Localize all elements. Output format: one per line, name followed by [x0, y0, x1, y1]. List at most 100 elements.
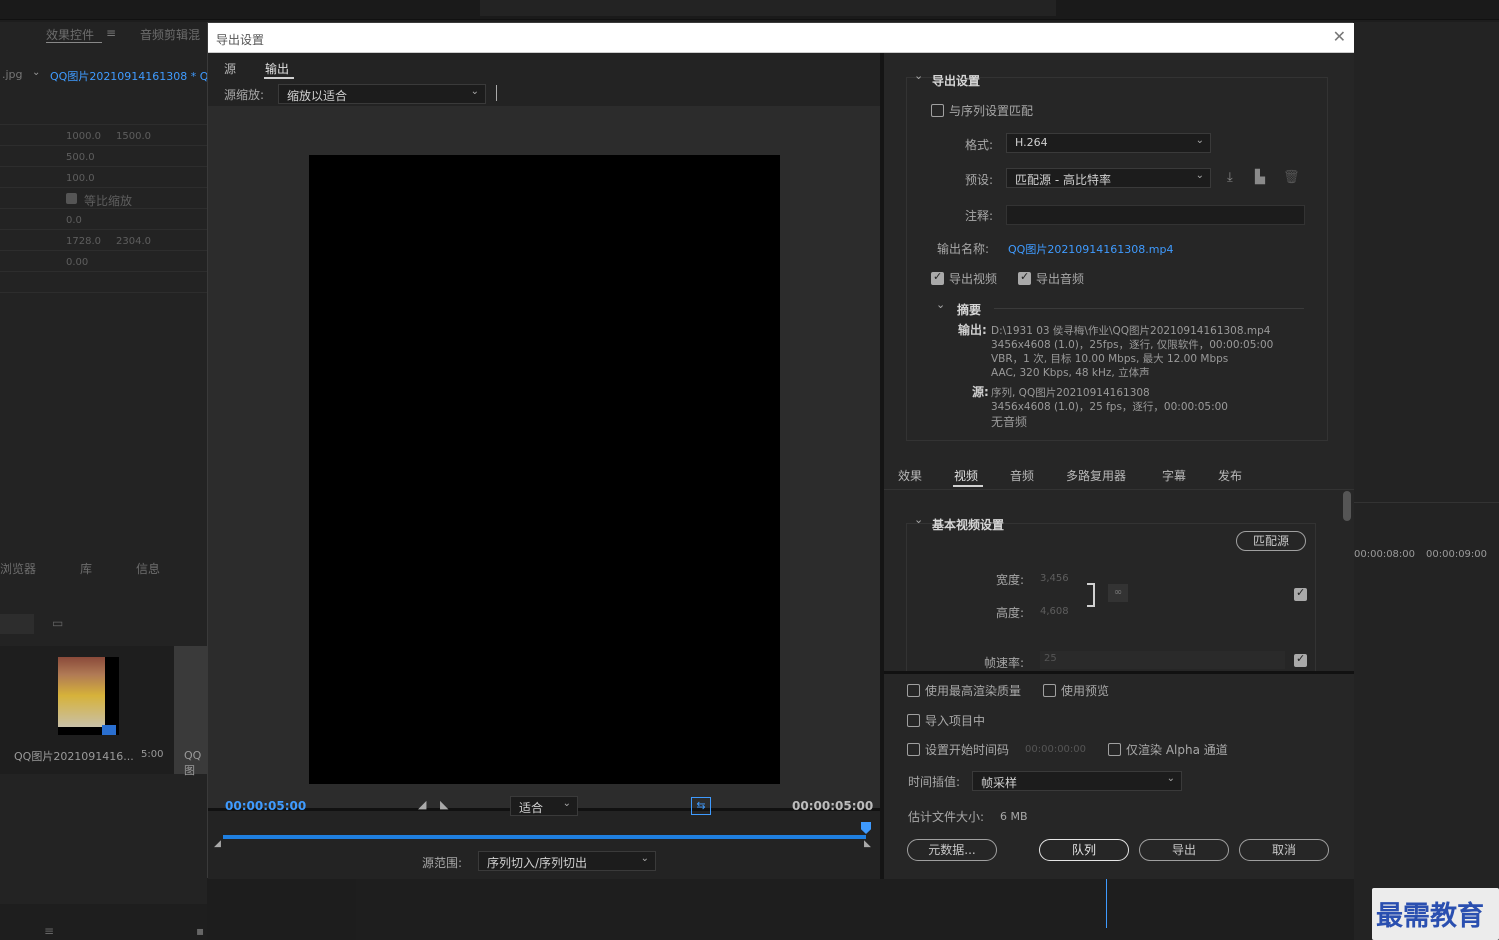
- alpha-only-checkbox[interactable]: [1108, 743, 1121, 756]
- export-audio-checkbox[interactable]: [1018, 270, 1031, 285]
- use-preview-label: 使用预览: [1061, 684, 1110, 698]
- width-value[interactable]: 3,456: [1040, 573, 1069, 584]
- in-point-icon[interactable]: ◢: [214, 839, 221, 849]
- alpha-only-label: 仅渲染 Alpha 通道: [1126, 743, 1228, 757]
- preview-area: 源 输出 源缩放: 缩放以适合 ⌄ 00:00:05:00 ◢ ◣ 适合 ⌄ ⇆…: [208, 53, 880, 879]
- import-project-checkbox[interactable]: [907, 714, 920, 727]
- link-icon[interactable]: ∞: [1108, 584, 1128, 602]
- source-range-dropdown[interactable]: 序列切入/序列切出 ⌄: [478, 851, 656, 871]
- playhead-marker[interactable]: [861, 822, 871, 834]
- start-timecode-checkbox[interactable]: [907, 743, 920, 756]
- thumbnail-2[interactable]: QQ图: [174, 646, 207, 777]
- width-label: 宽度:: [996, 573, 1025, 587]
- tab-output[interactable]: 输出: [265, 60, 289, 77]
- summary-source-line: 无音频: [991, 415, 1028, 429]
- format-dropdown[interactable]: H.264 ⌄: [1006, 133, 1211, 153]
- export-video-checkbox[interactable]: [931, 270, 944, 285]
- tab-libraries[interactable]: 库: [80, 560, 92, 577]
- source-scale-dropdown[interactable]: 缩放以适合 ⌄: [278, 84, 486, 104]
- export-button[interactable]: 导出: [1139, 839, 1229, 861]
- tab-audio-mixer[interactable]: 音频剪辑混: [140, 26, 200, 43]
- chevron-down-icon[interactable]: ⌄: [914, 69, 923, 82]
- tab-underline: [46, 42, 102, 43]
- comment-input[interactable]: [1006, 205, 1305, 225]
- chevron-down-icon: ⌄: [1195, 170, 1204, 181]
- tab-source[interactable]: 源: [224, 60, 236, 77]
- export-audio-label: 导出音频: [1036, 272, 1085, 286]
- import-preset-icon[interactable]: ▙: [1255, 170, 1265, 185]
- search-input[interactable]: [0, 614, 34, 634]
- prop-row: 1000.0 1500.0: [0, 125, 207, 146]
- use-preview-checkbox[interactable]: [1043, 684, 1056, 697]
- thumbnail[interactable]: [58, 657, 119, 735]
- match-sequence-checkbox[interactable]: [931, 104, 944, 117]
- metadata-button[interactable]: 元数据...: [907, 839, 997, 861]
- tab-menu-icon[interactable]: ≡: [106, 26, 116, 40]
- timeline-ruler[interactable]: 00:00:08:00 00:00:09:00: [1354, 502, 1499, 602]
- save-preset-icon[interactable]: ⤓: [1227, 170, 1233, 185]
- out-point-icon[interactable]: ◣: [864, 839, 871, 849]
- cancel-button[interactable]: 取消: [1239, 839, 1329, 861]
- mark-in-icon[interactable]: ◢: [418, 798, 426, 811]
- chevron-down-icon[interactable]: ⌄: [32, 67, 40, 78]
- max-render-checkbox[interactable]: [907, 684, 920, 697]
- tab-video[interactable]: 视频: [954, 467, 978, 484]
- thumb-duration: 5:00: [141, 749, 164, 760]
- tab-underline: [264, 77, 294, 79]
- settings-tabbar: 效果 视频 音频 多路复用器 字幕 发布: [884, 458, 1354, 490]
- preview-canvas: [208, 106, 880, 811]
- new-bin-icon[interactable]: ▪: [196, 924, 204, 938]
- source-range-bar[interactable]: [223, 835, 866, 839]
- start-timecode-value[interactable]: 00:00:00:00: [1025, 744, 1086, 755]
- tab-media-browser[interactable]: 浏览器: [0, 560, 36, 577]
- effect-controls-panel: 效果控件 ≡ 音频剪辑混 .jpg ⌄ QQ图片20210914161308 *…: [0, 22, 217, 552]
- tab-effects[interactable]: 效果: [898, 467, 922, 484]
- media-grid: QQ图片2021091416... 5:00 QQ图: [0, 646, 207, 777]
- tab-effect-controls[interactable]: 效果控件: [46, 26, 94, 43]
- scrollbar[interactable]: [1343, 491, 1351, 521]
- tab-audio[interactable]: 音频: [1010, 467, 1034, 484]
- list-view-icon[interactable]: ≡: [44, 924, 54, 938]
- interp-dropdown[interactable]: 帧采样 ⌄: [972, 771, 1182, 791]
- tab-publish[interactable]: 发布: [1218, 467, 1242, 484]
- dialog-title: 导出设置: [216, 33, 265, 47]
- width-height-checkbox[interactable]: [1294, 586, 1307, 601]
- fit-dropdown[interactable]: 适合 ⌄: [510, 796, 578, 816]
- aspect-toggle-icon[interactable]: ⇆: [691, 797, 711, 815]
- summary-output-line: D:\1931 03 侯寻梅\作业\QQ图片20210914161308.mp4: [991, 325, 1271, 337]
- timecode-current[interactable]: 00:00:05:00: [225, 799, 306, 813]
- sequence-badge-icon: [102, 725, 116, 735]
- match-source-button[interactable]: 匹配源: [1236, 531, 1306, 551]
- height-value[interactable]: 4,608: [1040, 606, 1069, 617]
- summary-source-line: 3456x4608 (1.0)，25 fps，逐行，00:00:05:00: [991, 401, 1228, 413]
- mark-out-icon[interactable]: ◣: [440, 798, 448, 811]
- timecode: 00:00:09:00: [1426, 549, 1488, 560]
- output-name-link[interactable]: QQ图片20210914161308.mp4: [1008, 241, 1174, 257]
- output-name-label: 输出名称:: [937, 242, 990, 256]
- video-settings-scroll: ⌄ 基本视频设置 匹配源 宽度: 3,456 高度: 4,608 ∞ 帧速率: …: [884, 491, 1354, 671]
- preset-dropdown[interactable]: 匹配源 - 高比特率 ⌄: [1006, 168, 1211, 188]
- playhead[interactable]: [1106, 878, 1107, 928]
- start-timecode-label: 设置开始时间码: [925, 743, 1010, 757]
- delete-preset-icon[interactable]: 🗑: [1283, 170, 1300, 185]
- tab-multiplexer[interactable]: 多路复用器: [1066, 467, 1126, 484]
- clip-name[interactable]: QQ图片20210914161308 * QQ: [50, 68, 217, 84]
- source-range-label: 源范围:: [422, 856, 463, 870]
- close-icon[interactable]: ✕: [1333, 27, 1346, 46]
- workspace-tabs[interactable]: [480, 0, 1056, 16]
- tab-captions[interactable]: 字幕: [1162, 467, 1186, 484]
- fps-checkbox[interactable]: [1294, 652, 1307, 667]
- queue-button[interactable]: 队列: [1039, 839, 1129, 861]
- chevron-down-icon[interactable]: ⌄: [914, 513, 923, 526]
- folder-icon[interactable]: ▭: [52, 616, 63, 630]
- summary-output-line: VBR，1 次, 目标 10.00 Mbps, 最大 12.00 Mbps: [991, 353, 1229, 365]
- video-preview: [309, 155, 780, 784]
- tab-info[interactable]: 信息: [136, 560, 160, 577]
- clip-ext: .jpg: [2, 68, 23, 81]
- fps-dropdown[interactable]: 25: [1040, 651, 1285, 669]
- uniform-scale-checkbox[interactable]: [66, 193, 77, 204]
- chevron-down-icon[interactable]: ⌄: [936, 298, 945, 311]
- project-panel: 浏览器 库 信息 ▭ QQ图片2021091416... 5:00 QQ图 ≡ …: [0, 552, 207, 940]
- chevron-down-icon: ⌄: [640, 853, 649, 864]
- export-settings-header: 导出设置: [932, 74, 981, 88]
